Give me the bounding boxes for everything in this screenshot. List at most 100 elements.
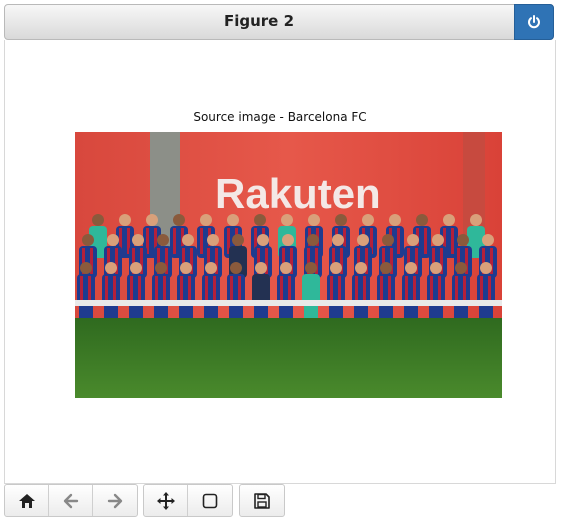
jersey-stripe xyxy=(488,276,491,302)
pan-button[interactable] xyxy=(144,485,188,516)
player-legs xyxy=(354,306,368,320)
player-head xyxy=(255,262,267,274)
player-head xyxy=(281,214,293,226)
player-legs xyxy=(329,306,343,320)
player-head xyxy=(382,234,394,246)
player-head xyxy=(407,234,419,246)
player-legs xyxy=(454,306,468,320)
player-legs xyxy=(204,306,218,320)
player-legs xyxy=(479,306,493,320)
team-photo-graphic: Rakuten xyxy=(75,132,502,398)
close-figure-button[interactable] xyxy=(514,4,554,40)
jersey-stripe xyxy=(213,276,216,302)
jersey-stripe xyxy=(188,276,191,302)
player-head xyxy=(92,214,104,226)
player-head xyxy=(307,234,319,246)
pitch-grass xyxy=(75,318,502,398)
player-head xyxy=(207,234,219,246)
player-head xyxy=(443,214,455,226)
player-head xyxy=(432,234,444,246)
jersey-stripe xyxy=(438,276,441,302)
player-head xyxy=(330,262,342,274)
player-legs xyxy=(154,306,168,320)
jersey-stripe xyxy=(105,276,108,302)
player-head xyxy=(80,262,92,274)
player-head xyxy=(362,214,374,226)
player-head xyxy=(119,214,131,226)
player-head xyxy=(155,262,167,274)
player-head xyxy=(305,262,317,274)
player-legs xyxy=(229,306,243,320)
jersey-stripe xyxy=(480,276,483,302)
save-tool-group xyxy=(239,484,285,517)
player-head xyxy=(457,234,469,246)
forward-arrow-icon xyxy=(107,493,123,508)
player-head xyxy=(405,262,417,274)
jersey-stripe xyxy=(163,276,166,302)
jersey-stripe xyxy=(230,276,233,302)
player-head xyxy=(146,214,158,226)
player-legs xyxy=(254,306,268,320)
jersey-stripe xyxy=(138,276,141,302)
jersey-stripe xyxy=(330,276,333,302)
player-head xyxy=(230,262,242,274)
interaction-tool-group xyxy=(143,484,233,517)
jersey-stripe xyxy=(338,276,341,302)
player-head xyxy=(455,262,467,274)
navigation-tool-group xyxy=(4,484,138,517)
team-bench xyxy=(75,300,502,306)
player-legs xyxy=(304,306,318,320)
jersey-stripe xyxy=(380,276,383,302)
player-head xyxy=(380,262,392,274)
player-legs xyxy=(179,306,193,320)
player-head xyxy=(332,234,344,246)
jersey-stripe xyxy=(413,276,416,302)
player-head xyxy=(430,262,442,274)
power-icon xyxy=(528,15,540,29)
jersey-stripe xyxy=(80,276,83,302)
player-legs xyxy=(104,306,118,320)
forward-button[interactable] xyxy=(93,485,137,516)
jersey-stripe xyxy=(173,228,176,254)
player-head xyxy=(389,214,401,226)
jersey-stripe xyxy=(88,276,91,302)
save-button[interactable] xyxy=(240,485,284,516)
team-photo: Rakuten xyxy=(75,132,502,398)
jersey-stripe xyxy=(455,276,458,302)
jersey-stripe xyxy=(130,276,133,302)
axes-title: Source image - Barcelona FC xyxy=(193,110,367,124)
player-head xyxy=(335,214,347,226)
figure-window-title: Figure 2 xyxy=(223,12,295,30)
home-button[interactable] xyxy=(5,485,49,516)
sponsor-banner-text: Rakuten xyxy=(215,170,381,217)
player-head xyxy=(105,262,117,274)
back-arrow-icon xyxy=(63,493,78,508)
jersey-stripe xyxy=(463,276,466,302)
home-icon xyxy=(18,493,35,508)
player-head xyxy=(480,262,492,274)
player-head xyxy=(180,262,192,274)
player-legs xyxy=(79,306,93,320)
figure-titlebar: Figure 2 xyxy=(4,4,554,40)
player-head xyxy=(282,234,294,246)
player-head xyxy=(280,262,292,274)
jersey-stripe xyxy=(205,276,208,302)
jersey-stripe xyxy=(200,228,203,254)
player-head xyxy=(470,214,482,226)
player-head xyxy=(200,214,212,226)
jersey-stripe xyxy=(238,276,241,302)
jersey-stripe xyxy=(363,276,366,302)
zoom-rect-button[interactable] xyxy=(188,485,232,516)
player-head xyxy=(257,234,269,246)
back-button[interactable] xyxy=(49,485,93,516)
jersey-stripe xyxy=(405,276,408,302)
player-head xyxy=(132,234,144,246)
player-head xyxy=(182,234,194,246)
player-head xyxy=(130,262,142,274)
figure-canvas[interactable]: Source image - Barcelona FC Rakuten xyxy=(4,40,556,484)
player-legs xyxy=(279,306,293,320)
player-head xyxy=(157,234,169,246)
player-head xyxy=(254,214,266,226)
player-head xyxy=(107,234,119,246)
player-head xyxy=(232,234,244,246)
